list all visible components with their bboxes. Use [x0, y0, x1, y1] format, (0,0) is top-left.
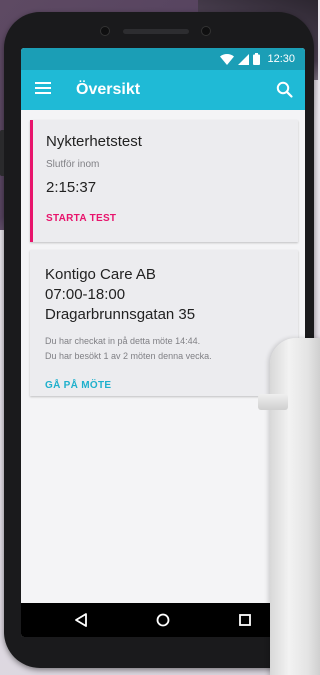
status-icons: 12:30: [220, 52, 295, 66]
meeting-card: Kontigo Care AB 07:00-18:00 Dragarbrunns…: [30, 250, 298, 396]
app-bar: Översikt: [21, 70, 305, 110]
sobriety-test-card: Nykterhetstest Slutför inom 2:15:37 STAR…: [30, 120, 298, 242]
page-title: Översikt: [76, 81, 141, 98]
card-title: Nykterhetstest: [46, 133, 142, 150]
status-bar: 12:30: [21, 48, 305, 70]
device-clip: [258, 394, 288, 410]
content-area: Nykterhetstest Slutför inom 2:15:37 STAR…: [21, 110, 305, 603]
search-icon[interactable]: [275, 80, 295, 100]
sensor: [201, 26, 211, 36]
countdown-timer: 2:15:37: [46, 179, 97, 196]
meeting-organization: Kontigo Care AB: [45, 266, 156, 283]
recents-icon[interactable]: [237, 612, 253, 628]
earpiece-speaker: [123, 29, 189, 34]
screen: 12:30 Översikt Nykterhetstest Slutför in…: [21, 48, 305, 637]
card-subtitle: Slutför inom: [46, 159, 100, 170]
status-time: 12:30: [267, 53, 295, 65]
start-test-button[interactable]: STARTA TEST: [46, 213, 116, 224]
phone-frame: 12:30 Översikt Nykterhetstest Slutför in…: [0, 12, 314, 668]
checkin-info: Du har checkat in på detta möte 14:44.: [45, 336, 201, 346]
menu-icon[interactable]: [35, 82, 51, 98]
wifi-icon: [220, 53, 235, 65]
home-icon[interactable]: [155, 612, 171, 628]
cellular-signal-icon: [238, 53, 250, 65]
battery-icon: [253, 53, 261, 65]
visits-info: Du har besökt 1 av 2 möten denna vecka.: [45, 351, 212, 361]
meeting-time: 07:00-18:00: [45, 286, 126, 303]
back-icon[interactable]: [73, 612, 89, 628]
front-camera: [100, 26, 110, 36]
breathalyzer-device: [270, 338, 320, 675]
go-to-meeting-button[interactable]: GÅ PÅ MÖTE: [45, 380, 111, 391]
meeting-address: Dragarbrunnsgatan 35: [45, 306, 196, 323]
navigation-bar: [21, 603, 305, 637]
